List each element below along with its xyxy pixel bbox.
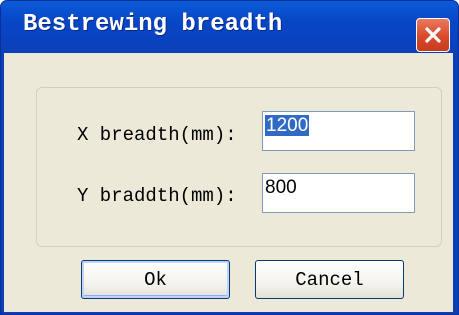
- y-breadth-label: Y braddth(mm):: [77, 185, 237, 207]
- window-title: Bestrewing breadth: [23, 11, 283, 38]
- title-bar[interactable]: Bestrewing breadth: [1, 1, 458, 53]
- x-breadth-value: 1200: [265, 115, 310, 136]
- dialog-client-area: X breadth(mm): 1200 Y braddth(mm): 800 O…: [4, 53, 453, 312]
- y-breadth-input[interactable]: 800: [262, 173, 415, 213]
- dialog-window: Bestrewing breadth X breadth(mm): 1200 Y…: [0, 0, 459, 315]
- x-breadth-input[interactable]: 1200: [262, 111, 415, 151]
- close-button[interactable]: [416, 18, 450, 52]
- y-breadth-value: 800: [265, 177, 297, 198]
- cancel-button[interactable]: Cancel: [255, 260, 404, 299]
- x-breadth-label: X breadth(mm):: [77, 124, 237, 146]
- ok-button[interactable]: Ok: [81, 260, 230, 299]
- close-icon: [425, 27, 441, 43]
